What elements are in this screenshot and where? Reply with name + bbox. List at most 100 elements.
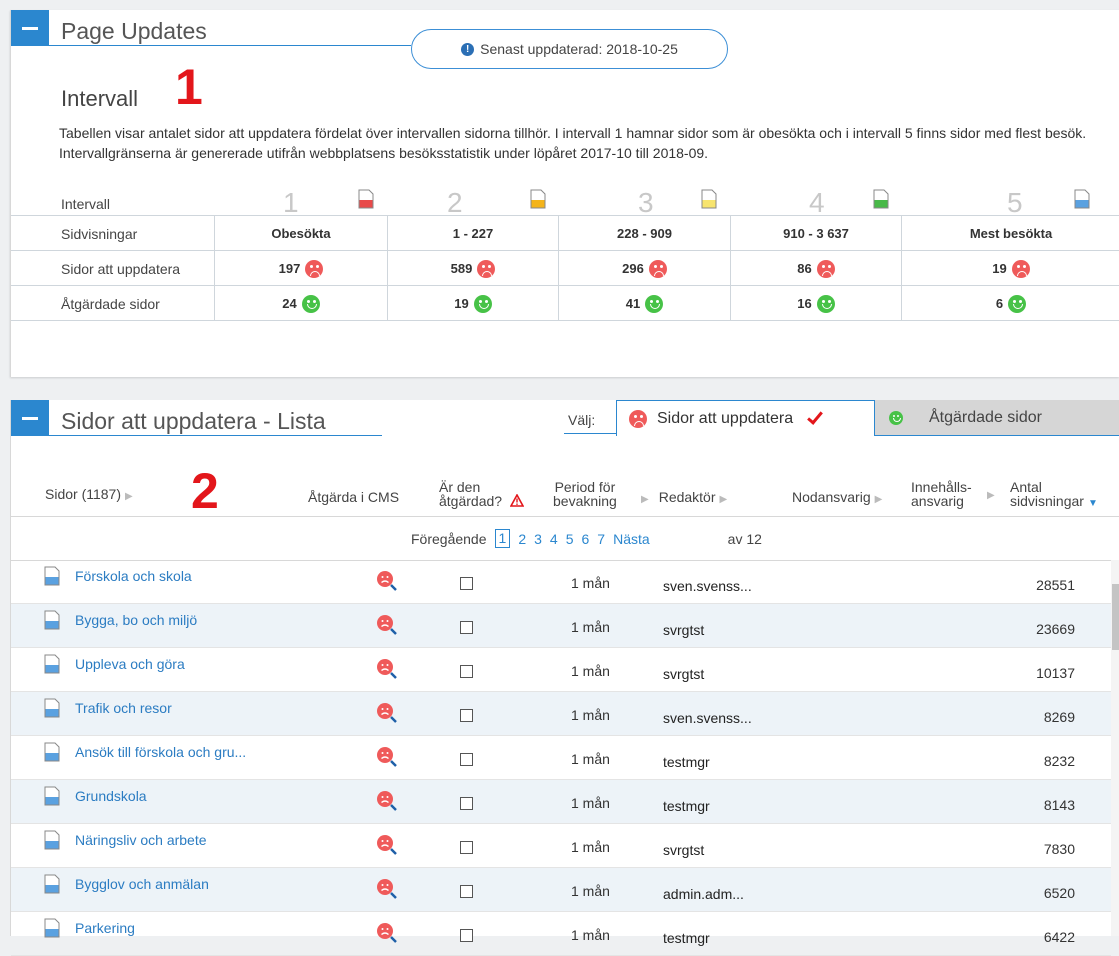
edit-in-cms-icon[interactable] — [376, 790, 398, 812]
edit-in-cms-icon[interactable] — [376, 658, 398, 680]
period-value: 1 mån — [571, 707, 610, 723]
page-link-6[interactable]: 6 — [582, 531, 590, 547]
page-link-3[interactable]: 3 — [534, 531, 542, 547]
table-cell[interactable]: 19 — [388, 286, 559, 321]
views-value: 8269 — [1043, 709, 1075, 725]
page-link[interactable]: Trafik och resor — [75, 700, 172, 716]
section-description: Tabellen visar antalet sidor att uppdate… — [59, 125, 1087, 161]
edit-in-cms-icon[interactable] — [376, 878, 398, 900]
page-link-4[interactable]: 4 — [550, 531, 558, 547]
edit-in-cms-icon[interactable] — [376, 922, 398, 944]
fixed-checkbox[interactable] — [460, 577, 473, 590]
happy-face-icon — [301, 294, 320, 313]
page-icon-interval-1 — [358, 189, 374, 209]
table-cell[interactable]: 86 — [731, 251, 902, 286]
page-link[interactable]: Förskola och skola — [75, 568, 192, 584]
page-link-2[interactable]: 2 — [518, 531, 526, 547]
column-header-pages[interactable]: Sidor (1187) ▶ — [45, 487, 133, 504]
page-link-7[interactable]: 7 — [597, 531, 605, 547]
pagination: Föregående 1 2 3 4 5 6 7 Nästa av 12 — [411, 529, 762, 548]
page-icon — [44, 742, 60, 762]
pagination-next[interactable]: Nästa — [613, 531, 650, 547]
column-header-node[interactable]: Nodansvarig ▶ — [792, 490, 882, 507]
sad-face-icon — [477, 259, 496, 278]
page-link[interactable]: Bygglov och anmälan — [75, 876, 209, 892]
editor-value: svrgtst — [663, 666, 705, 682]
fixed-checkbox[interactable] — [460, 797, 473, 810]
edit-in-cms-icon[interactable] — [376, 746, 398, 768]
page-link[interactable]: Uppleva och göra — [75, 656, 185, 672]
fixed-checkbox[interactable] — [460, 753, 473, 766]
happy-face-icon — [645, 294, 664, 313]
table-cell[interactable]: 16 — [731, 286, 902, 321]
table-cell[interactable]: 589 — [388, 251, 559, 286]
page-icon — [44, 918, 60, 938]
edit-in-cms-icon[interactable] — [376, 834, 398, 856]
page-icon — [44, 830, 60, 850]
table-cell[interactable]: 19 — [902, 251, 1119, 286]
column-header-label: Är den — [439, 479, 481, 495]
cell-value: 24 — [282, 296, 297, 311]
page-link-5[interactable]: 5 — [566, 531, 574, 547]
table-cell[interactable]: 24 — [215, 286, 388, 321]
fixed-checkbox[interactable] — [460, 841, 473, 854]
page-link[interactable]: Parkering — [75, 920, 135, 936]
page-link[interactable]: Näringsliv och arbete — [75, 832, 207, 848]
views-value: 6520 — [1043, 885, 1075, 901]
editor-value: svrgtst — [663, 622, 705, 638]
views-value: 8232 — [1043, 753, 1075, 769]
list-item: Bygga, bo och miljö 1 mån svrgtst 23669 — [11, 604, 1111, 648]
table-cell: 1 - 227 — [388, 216, 559, 251]
scrollbar-thumb[interactable] — [1112, 584, 1119, 650]
page-link[interactable]: Bygga, bo och miljö — [75, 612, 197, 628]
column-header-done[interactable]: Är den åtgärdad? — [439, 479, 525, 509]
period-value: 1 mån — [571, 795, 610, 811]
page-link[interactable]: Grundskola — [75, 788, 147, 804]
sort-desc-icon: ▼ — [1087, 498, 1098, 509]
column-header-content[interactable]: Innehålls- ansvarig — [911, 480, 972, 508]
page-link[interactable]: Ansök till förskola och gru... — [75, 744, 246, 760]
page-link-1[interactable]: 1 — [494, 529, 511, 548]
column-header-period[interactable]: Period för bevakning — [553, 480, 617, 508]
column-header-editor[interactable]: ▶ Redaktör ▶ — [641, 490, 727, 507]
column-header-label: Innehålls- — [911, 479, 972, 495]
header-divider — [11, 516, 1119, 517]
edit-in-cms-icon[interactable] — [376, 702, 398, 724]
collapse-button[interactable] — [11, 400, 49, 436]
annotation-marker: 1 — [175, 59, 203, 115]
tab-sidor-att-uppdatera[interactable]: Sidor att uppdatera — [616, 400, 875, 436]
table-cell[interactable]: 296 — [559, 251, 731, 286]
tab-atgardade-sidor[interactable]: Åtgärdade sidor — [875, 400, 1119, 436]
table-cell: 228 - 909 — [559, 216, 731, 251]
page-icon-interval-4 — [873, 189, 889, 209]
views-value: 6422 — [1043, 929, 1075, 945]
edit-in-cms-icon[interactable] — [376, 570, 398, 592]
list-item: Näringsliv och arbete 1 mån svrgtst 7830 — [11, 824, 1111, 868]
list-item: Trafik och resor 1 mån sven.svenss... 82… — [11, 692, 1111, 736]
fixed-checkbox[interactable] — [460, 885, 473, 898]
pagination-prev[interactable]: Föregående — [411, 531, 487, 547]
fixed-checkbox[interactable] — [460, 709, 473, 722]
editor-value: sven.svenss... — [663, 578, 752, 594]
cell-value: 19 — [454, 296, 469, 311]
cell-value: 6 — [995, 296, 1004, 311]
fixed-checkbox[interactable] — [460, 621, 473, 634]
list-scrollbar[interactable] — [1111, 560, 1119, 936]
table-cell[interactable]: 41 — [559, 286, 731, 321]
table-cell[interactable]: 197 — [215, 251, 388, 286]
page-count: av 12 — [727, 530, 762, 547]
collapse-button[interactable] — [11, 10, 49, 46]
column-header-label: åtgärdad? — [439, 493, 503, 509]
editor-value: sven.svenss... — [663, 710, 752, 726]
period-value: 1 mån — [571, 839, 610, 855]
edit-in-cms-icon[interactable] — [376, 614, 398, 636]
pages-list: Förskola och skola 1 mån sven.svenss... … — [11, 560, 1111, 956]
table-cell[interactable]: 6 — [902, 286, 1119, 321]
pages-list-panel: Sidor att uppdatera - Lista Välj: Sidor … — [10, 400, 1119, 956]
page-icon-interval-2 — [530, 189, 546, 209]
column-header-views[interactable]: Antal sidvisningar ▼ — [1010, 480, 1098, 511]
happy-face-icon — [473, 294, 492, 313]
views-value: 8143 — [1043, 797, 1075, 813]
views-value: 28551 — [1036, 577, 1075, 593]
fixed-checkbox[interactable] — [460, 665, 473, 678]
